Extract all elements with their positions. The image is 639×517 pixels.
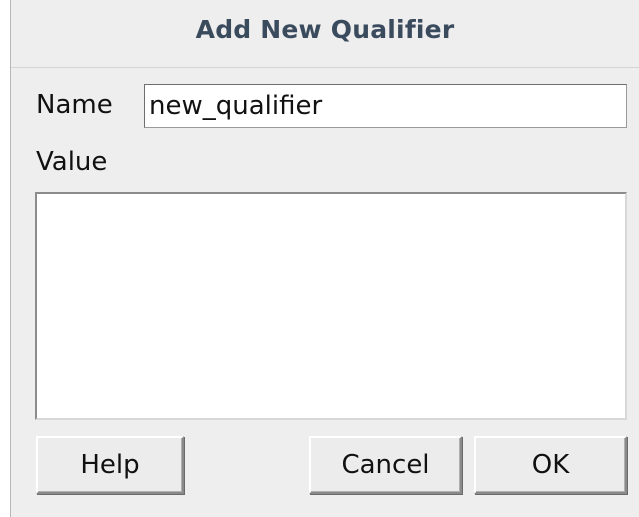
value-textarea[interactable] (35, 192, 627, 420)
cancel-button[interactable]: Cancel (309, 436, 462, 494)
value-label: Value (36, 147, 108, 177)
ok-button[interactable]: OK (474, 436, 627, 494)
dialog-title-bar: Add New Qualifier (11, 0, 639, 68)
name-input[interactable] (144, 84, 627, 128)
help-button[interactable]: Help (36, 436, 184, 494)
add-qualifier-dialog: Add New Qualifier Name Value Help Cancel… (10, 0, 639, 517)
dialog-title: Add New Qualifier (195, 15, 455, 44)
name-label: Name (36, 90, 113, 120)
